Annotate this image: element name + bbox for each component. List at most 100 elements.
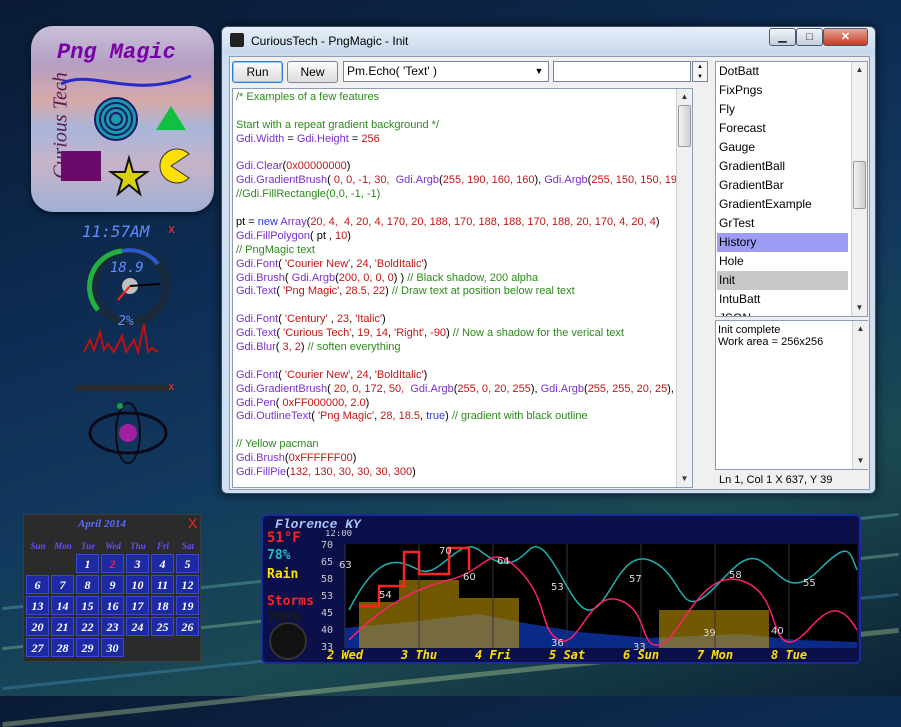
script-list-item[interactable]: JSON	[717, 309, 848, 316]
script-list-item[interactable]: GradientExample	[717, 195, 848, 214]
calendar-day[interactable]: 27	[26, 638, 49, 657]
code-token: )	[423, 257, 428, 270]
calendar-day[interactable]: 30	[101, 638, 124, 657]
script-list-item[interactable]: History	[717, 233, 848, 252]
code-token: ,	[327, 313, 337, 326]
new-button[interactable]: New	[287, 61, 338, 83]
calendar-widget[interactable]: April 2014 X Sun Mon Tue Wed Thu Fri Sat 12345…	[23, 514, 201, 662]
script-list-item[interactable]: GrTest	[717, 214, 848, 233]
script-list-item[interactable]: Gauge	[717, 138, 848, 157]
calendar-day[interactable]: 21	[51, 617, 74, 636]
script-list[interactable]: DotBatt FixPngs Fly Forecast Gauge GradientBa…	[715, 61, 868, 317]
list-scrollbar[interactable]: ▲ ▼	[851, 62, 867, 316]
calendar-day[interactable]: 22	[76, 617, 99, 636]
calendar-day[interactable]: 12	[176, 575, 199, 594]
parameter-spinner[interactable]: ▲ ▼	[692, 61, 708, 82]
calendar-day[interactable]: 15	[76, 596, 99, 615]
code-token: 'BoldItalic'	[374, 368, 424, 381]
code-token: 'Right'	[394, 327, 425, 340]
weather-widget[interactable]: Florence KY 51°F 78% Rain Storms 7MPH 70…	[261, 514, 861, 664]
code-token: Start with a repeat gradient background …	[236, 118, 440, 131]
calendar-title: April 2014	[78, 518, 126, 530]
calendar-close-icon[interactable]: X	[188, 515, 197, 531]
progress-close-icon[interactable]: x	[168, 380, 175, 393]
calendar-day[interactable]: 26	[176, 617, 199, 636]
calendar-day[interactable]: 4	[151, 554, 174, 573]
clock-close-icon[interactable]: x	[168, 222, 175, 236]
calendar-day[interactable]: 29	[76, 638, 99, 657]
code-token: (	[311, 410, 318, 423]
maximize-button[interactable]: □	[796, 28, 823, 46]
output-log[interactable]: Init complete Work area = 256x256 ▲ ▼	[715, 320, 868, 470]
code-token: 256	[361, 132, 380, 145]
weather-temp: 51°F	[267, 530, 301, 546]
parameter-input[interactable]	[553, 61, 691, 82]
calendar-day[interactable]: 3	[126, 554, 149, 573]
script-list-item[interactable]: IntuBatt	[717, 290, 848, 309]
script-list-item[interactable]: Init	[717, 271, 848, 290]
calendar-day[interactable]: 25	[151, 617, 174, 636]
script-list-item[interactable]: Forecast	[717, 119, 848, 138]
code-line: // PngMagic text	[236, 244, 692, 258]
output-scrollbar[interactable]: ▲ ▼	[852, 321, 868, 469]
calendar-day[interactable]: 17	[126, 596, 149, 615]
editor-scrollbar[interactable]: ▲ ▼	[676, 89, 692, 487]
scroll-up-icon[interactable]: ▲	[677, 89, 692, 105]
script-list-item[interactable]: DotBatt	[717, 62, 848, 81]
calendar-day[interactable]: 28	[51, 638, 74, 657]
code-token: )	[655, 216, 660, 229]
code-token: )	[346, 160, 351, 173]
temperature-label: 64	[497, 556, 510, 567]
calendar-day[interactable]: 20	[26, 617, 49, 636]
calendar-day[interactable]: 7	[51, 575, 74, 594]
script-list-item[interactable]: Hole	[717, 252, 848, 271]
status-bar: Ln 1, Col 1 X 637, Y 39	[719, 474, 833, 486]
temperature-label: 63	[339, 560, 352, 571]
calendar-day[interactable]: 6	[26, 575, 49, 594]
chevron-down-icon[interactable]: ▼	[532, 63, 546, 80]
code-text[interactable]: /* Examples of a few features Start with …	[236, 91, 692, 480]
script-list-item[interactable]: Fly	[717, 100, 848, 119]
code-editor[interactable]: /* Examples of a few features Start with …	[232, 88, 693, 488]
calendar-day[interactable]: 10	[126, 575, 149, 594]
code-token: 3, 2	[282, 341, 301, 354]
calendar-day[interactable]: 8	[76, 575, 99, 594]
calendar-day[interactable]: 24	[126, 617, 149, 636]
pngmagic-window[interactable]: CuriousTech - PngMagic - Init ▁ □ ✕ Run …	[221, 26, 876, 494]
code-line: Gdi.Text( 'Png Magic', 28.5, 22) // Draw…	[236, 285, 692, 299]
scroll-up-icon[interactable]: ▲	[852, 62, 867, 78]
calendar-day[interactable]: 13	[26, 596, 49, 615]
calendar-day[interactable]: 9	[101, 575, 124, 594]
close-button[interactable]: ✕	[823, 28, 868, 46]
scroll-down-icon[interactable]: ▼	[677, 471, 692, 487]
calendar-day[interactable]: 1	[76, 554, 99, 573]
code-token: 255, 190, 160, 160	[442, 174, 535, 187]
calendar-day[interactable]: 11	[151, 575, 174, 594]
calendar-day[interactable]: 16	[101, 596, 124, 615]
calendar-day[interactable]: 23	[101, 617, 124, 636]
calendar-day[interactable]: 14	[51, 596, 74, 615]
calendar-day[interactable]: 19	[176, 596, 199, 615]
code-token: // Draw text at position below real text	[391, 285, 575, 298]
calendar-day[interactable]: 5	[176, 554, 199, 573]
script-list-item[interactable]: FixPngs	[717, 81, 848, 100]
scroll-down-icon[interactable]: ▼	[852, 300, 867, 316]
scroll-down-icon[interactable]: ▼	[853, 453, 868, 469]
list-scroll-thumb[interactable]	[853, 161, 866, 209]
calendar-day[interactable]: 18	[151, 596, 174, 615]
pngmagic-logo-widget[interactable]: Png Magic Curious Tech	[31, 26, 214, 212]
code-line: Gdi.Font( 'Courier New', 24, 'BoldItalic…	[236, 368, 692, 383]
script-list-item[interactable]: GradientBar	[717, 176, 848, 195]
calendar-day[interactable]: 2	[101, 554, 124, 573]
day-label: 5 Sat	[549, 648, 585, 660]
run-button[interactable]: Run	[232, 61, 283, 83]
scroll-up-icon[interactable]: ▲	[853, 321, 868, 337]
code-line: Gdi.GradientBrush( 0, 0, -1, 30, Gdi.Arg…	[236, 174, 692, 188]
title-bar[interactable]: CuriousTech - PngMagic - Init ▁ □ ✕	[222, 27, 875, 55]
code-token: ( pt ,	[309, 229, 336, 242]
code-token: )	[347, 229, 351, 242]
script-list-item[interactable]: GradientBall	[717, 157, 848, 176]
editor-scroll-thumb[interactable]	[678, 105, 691, 147]
command-dropdown[interactable]: Pm.Echo( 'Text' ) ▼	[343, 61, 549, 82]
minimize-button[interactable]: ▁	[769, 28, 796, 46]
